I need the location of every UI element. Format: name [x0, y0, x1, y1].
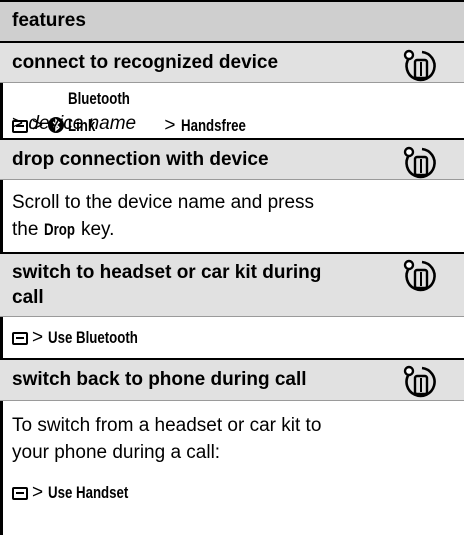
path-separator: > [12, 113, 24, 134]
header-title: features [12, 10, 86, 31]
device-name-placeholder: device name [28, 113, 137, 134]
menu-path-line: > Use Bluetooth [12, 324, 372, 351]
section-body-connect: > Bluetooth Link > Handsfree > device nam… [0, 83, 464, 138]
menu-item-use-bluetooth: Use Bluetooth [48, 328, 139, 347]
section-body-switch-headset: > Use Bluetooth [0, 317, 464, 358]
table-header: features [0, 0, 464, 43]
section-title: call [12, 287, 44, 308]
menu-key-icon [12, 487, 28, 500]
section-body-drop: Scroll to the device name and press the … [0, 180, 464, 252]
instruction-line: Scroll to the device name and press [12, 192, 315, 213]
menu-path-line: > Use Handset [12, 479, 372, 506]
section-title-connect: connect to recognized device [0, 41, 464, 83]
section-title: switch back to phone during call [12, 369, 307, 390]
section-title-drop: drop connection with device [0, 138, 464, 180]
menu-key-icon [12, 332, 28, 345]
path-separator: > [32, 327, 44, 348]
menu-item-use-handset: Use Handset [48, 483, 129, 502]
text: the [12, 219, 39, 240]
network-phone-icon [403, 49, 436, 82]
section-title-switch-headset: switch to headset or car kit during call [0, 252, 464, 317]
section-title: drop connection with device [12, 149, 269, 170]
section-body-switch-back: To switch from a headset or car kit to y… [0, 401, 464, 535]
section-title-switch-back: switch back to phone during call [0, 358, 464, 401]
device-name-line: > device name [12, 110, 372, 137]
instruction-line: the Drop key. [12, 216, 372, 243]
instruction-line: To switch from a headset or car kit to [12, 415, 322, 436]
feature-table: features connect to recognized device > … [0, 0, 464, 535]
text: key. [80, 219, 115, 240]
instruction-line: your phone during a call: [12, 442, 221, 463]
network-phone-icon [403, 259, 436, 292]
network-phone-icon [403, 146, 436, 179]
section-title: switch to headset or car kit during [12, 262, 322, 283]
network-phone-icon [403, 365, 436, 398]
drop-key-label: Drop [43, 220, 75, 239]
section-title: connect to recognized device [12, 52, 279, 73]
path-separator: > [32, 482, 44, 503]
